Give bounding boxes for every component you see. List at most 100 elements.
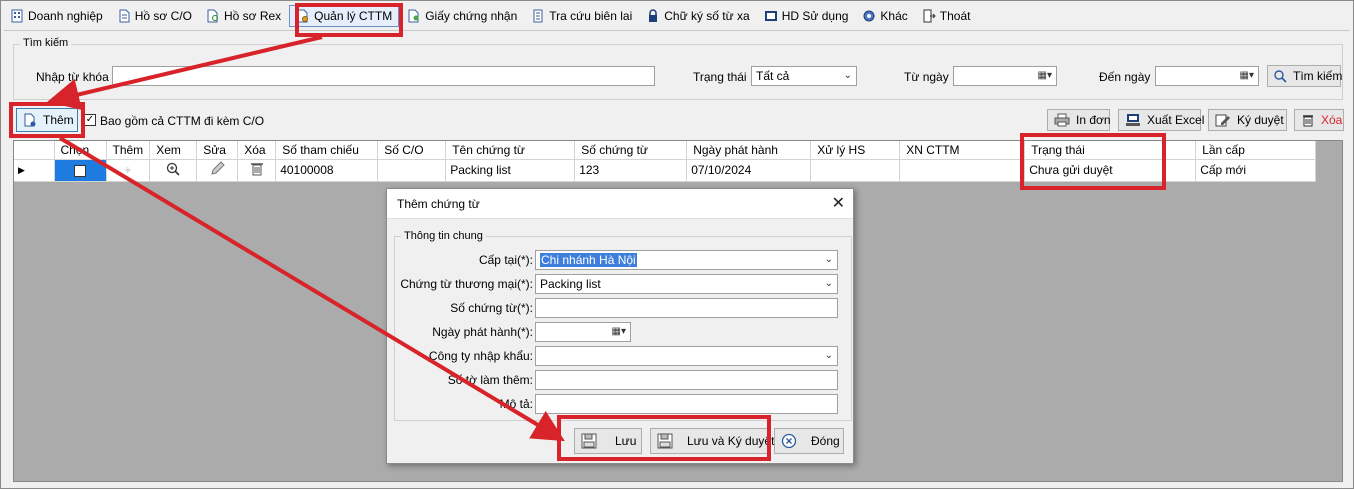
table-header-row: Chọn Thêm Xem Sửa Xóa Số tham chiếu Số C…	[14, 141, 1317, 160]
trash-icon[interactable]	[250, 161, 264, 176]
add-document-icon	[24, 113, 36, 127]
table-row[interactable]: ▶ + 40100008 Packing list 123 07/10/2024…	[14, 159, 1317, 182]
to-date-label: Đến ngày	[1099, 70, 1151, 84]
menu-quan-ly-cttm[interactable]: Quản lý CTTM	[289, 5, 400, 27]
close-button-label: Đóng	[811, 434, 840, 448]
doc-name-cell[interactable]: Packing list	[445, 159, 576, 182]
view-cell[interactable]	[149, 159, 198, 182]
delete-button-label: Xóa	[1321, 113, 1343, 127]
doc-no-input[interactable]	[535, 298, 838, 318]
menu-tra-cuu-bien-lai[interactable]: Tra cứu biên lai	[525, 5, 638, 27]
doc-no-cell[interactable]: 123	[574, 159, 688, 182]
calendar-icon[interactable]: ▦▾	[1240, 70, 1254, 81]
commercial-doc-select[interactable]: Packing list ⌄	[535, 274, 838, 294]
zoom-in-icon[interactable]	[166, 162, 180, 176]
col-sua[interactable]: Sửa	[196, 141, 239, 160]
menu-giay-chung-nhan[interactable]: Giấy chứng nhận	[401, 5, 523, 27]
receipt-icon	[533, 9, 543, 23]
include-checkbox-label: Bao gồm cả CTTM đi kèm C/O	[100, 114, 265, 128]
col-xem[interactable]: Xem	[149, 141, 198, 160]
col-lan-cap[interactable]: Lần cấp	[1195, 141, 1317, 160]
col-so-chung-tu[interactable]: Số chứng từ	[574, 141, 688, 160]
description-input[interactable]	[535, 394, 838, 414]
keyword-input[interactable]	[112, 66, 655, 86]
sign-button-label: Ký duyệt	[1237, 113, 1284, 127]
menu-khac[interactable]: Khác	[856, 5, 913, 27]
co-no-cell[interactable]	[377, 159, 447, 182]
general-info-title: Thông tin chung	[401, 230, 486, 242]
pencil-icon[interactable]	[209, 160, 225, 177]
calendar-icon[interactable]: ▦▾	[612, 326, 626, 337]
save-button-label: Lưu	[615, 434, 637, 448]
save-button[interactable]: Lưu	[574, 428, 642, 454]
to-date-picker[interactable]: ▦▾	[1155, 66, 1259, 86]
col-xu-ly-hs[interactable]: Xử lý HS	[810, 141, 901, 160]
issue-count-cell[interactable]: Cấp mới	[1195, 159, 1317, 182]
edit-cell[interactable]	[196, 159, 239, 182]
ref-no-cell[interactable]: 40100008	[275, 159, 379, 182]
col-so-tham-chieu[interactable]: Số tham chiếu	[275, 141, 379, 160]
menu-ho-so-rex[interactable]: Hồ sơ Rex	[200, 5, 287, 27]
include-checkbox[interactable]: ✓	[84, 114, 96, 126]
issue-date-picker[interactable]: ▦▾	[535, 322, 631, 342]
plus-icon[interactable]: +	[124, 163, 131, 177]
close-icon[interactable]: ✕	[832, 193, 845, 213]
extra-pages-input[interactable]	[535, 370, 838, 390]
menu-doanh-nghiep[interactable]: Doanh nghiệp	[4, 5, 109, 27]
printer-icon	[1054, 113, 1070, 127]
commercial-doc-label: Chứng từ thương mại(*):	[400, 277, 533, 291]
issue-date-label: Ngày phát hành(*):	[432, 325, 533, 339]
col-chon[interactable]: Chọn	[54, 141, 107, 160]
certificate-icon	[408, 9, 419, 23]
menu-chu-ky-so[interactable]: Chữ ký số từ xa	[640, 5, 755, 27]
menu-ho-so-co[interactable]: Hồ sơ C/O	[111, 5, 198, 27]
row-select-checkbox[interactable]	[74, 164, 86, 177]
add-button[interactable]: Thêm	[16, 108, 78, 132]
menu-hd-su-dung[interactable]: HD Sử dụng	[758, 5, 855, 27]
status-label: Trạng thái	[693, 70, 747, 84]
sign-button[interactable]: Ký duyệt	[1208, 109, 1287, 131]
select-cell[interactable]	[54, 159, 107, 182]
close-circle-icon	[781, 433, 797, 449]
export-excel-button[interactable]: Xuất Excel	[1118, 109, 1204, 131]
status-select-value: Tất cả	[756, 69, 790, 83]
search-button[interactable]: Tìm kiếm	[1267, 65, 1343, 87]
col-them[interactable]: Thêm	[106, 141, 151, 160]
confirm-cell[interactable]	[899, 159, 1026, 182]
col-xn-cttm[interactable]: XN CTTM	[899, 141, 1026, 160]
col-trang-thai[interactable]: Trạng thái	[1024, 141, 1197, 160]
issued-at-value: Chi nhánh Hà Nội	[540, 253, 637, 267]
close-button[interactable]: Đóng	[774, 428, 844, 454]
col-ngay-phat-hanh[interactable]: Ngày phát hành	[686, 141, 812, 160]
calendar-icon[interactable]: ▦▾	[1038, 70, 1052, 81]
importer-select[interactable]: ⌄	[535, 346, 838, 366]
document-icon	[119, 9, 130, 23]
menu-separator	[4, 30, 1350, 31]
status-cell[interactable]: Chưa gửi duyệt	[1024, 159, 1197, 182]
delete-button[interactable]: Xóa	[1294, 109, 1344, 131]
documents-table: Chọn Thêm Xem Sửa Xóa Số tham chiếu Số C…	[14, 141, 1317, 182]
keyword-label: Nhập từ khóa	[36, 70, 109, 84]
menu-thoat[interactable]: Thoát	[916, 5, 977, 27]
from-date-label: Từ ngày	[904, 70, 949, 84]
issued-at-select[interactable]: Chi nhánh Hà Nội ⌄	[535, 250, 838, 270]
add-cell[interactable]: +	[106, 159, 151, 182]
search-button-label: Tìm kiếm	[1293, 69, 1343, 83]
chevron-down-icon: ⌄	[824, 278, 833, 289]
issue-date-cell[interactable]: 07/10/2024	[686, 159, 812, 182]
save-sign-button[interactable]: Lưu và Ký duyệt	[650, 428, 774, 454]
from-date-picker[interactable]: ▦▾	[953, 66, 1057, 86]
print-button-label: In đơn	[1076, 113, 1111, 127]
menu-label: HD Sử dụng	[781, 9, 849, 23]
print-button[interactable]: In đơn	[1047, 109, 1111, 131]
doc-no-label: Số chứng từ(*):	[450, 301, 533, 315]
delete-cell[interactable]	[237, 159, 277, 182]
col-ten-chung-tu[interactable]: Tên chứng từ	[445, 141, 576, 160]
processing-cell[interactable]	[810, 159, 901, 182]
col-xoa[interactable]: Xóa	[237, 141, 277, 160]
row-indicator[interactable]: ▶	[14, 159, 55, 182]
gear-icon	[863, 10, 875, 22]
status-select[interactable]: Tất cả ⌄	[751, 66, 857, 86]
col-so-co[interactable]: Số C/O	[377, 141, 447, 160]
menu-label: Hồ sơ C/O	[134, 9, 192, 23]
